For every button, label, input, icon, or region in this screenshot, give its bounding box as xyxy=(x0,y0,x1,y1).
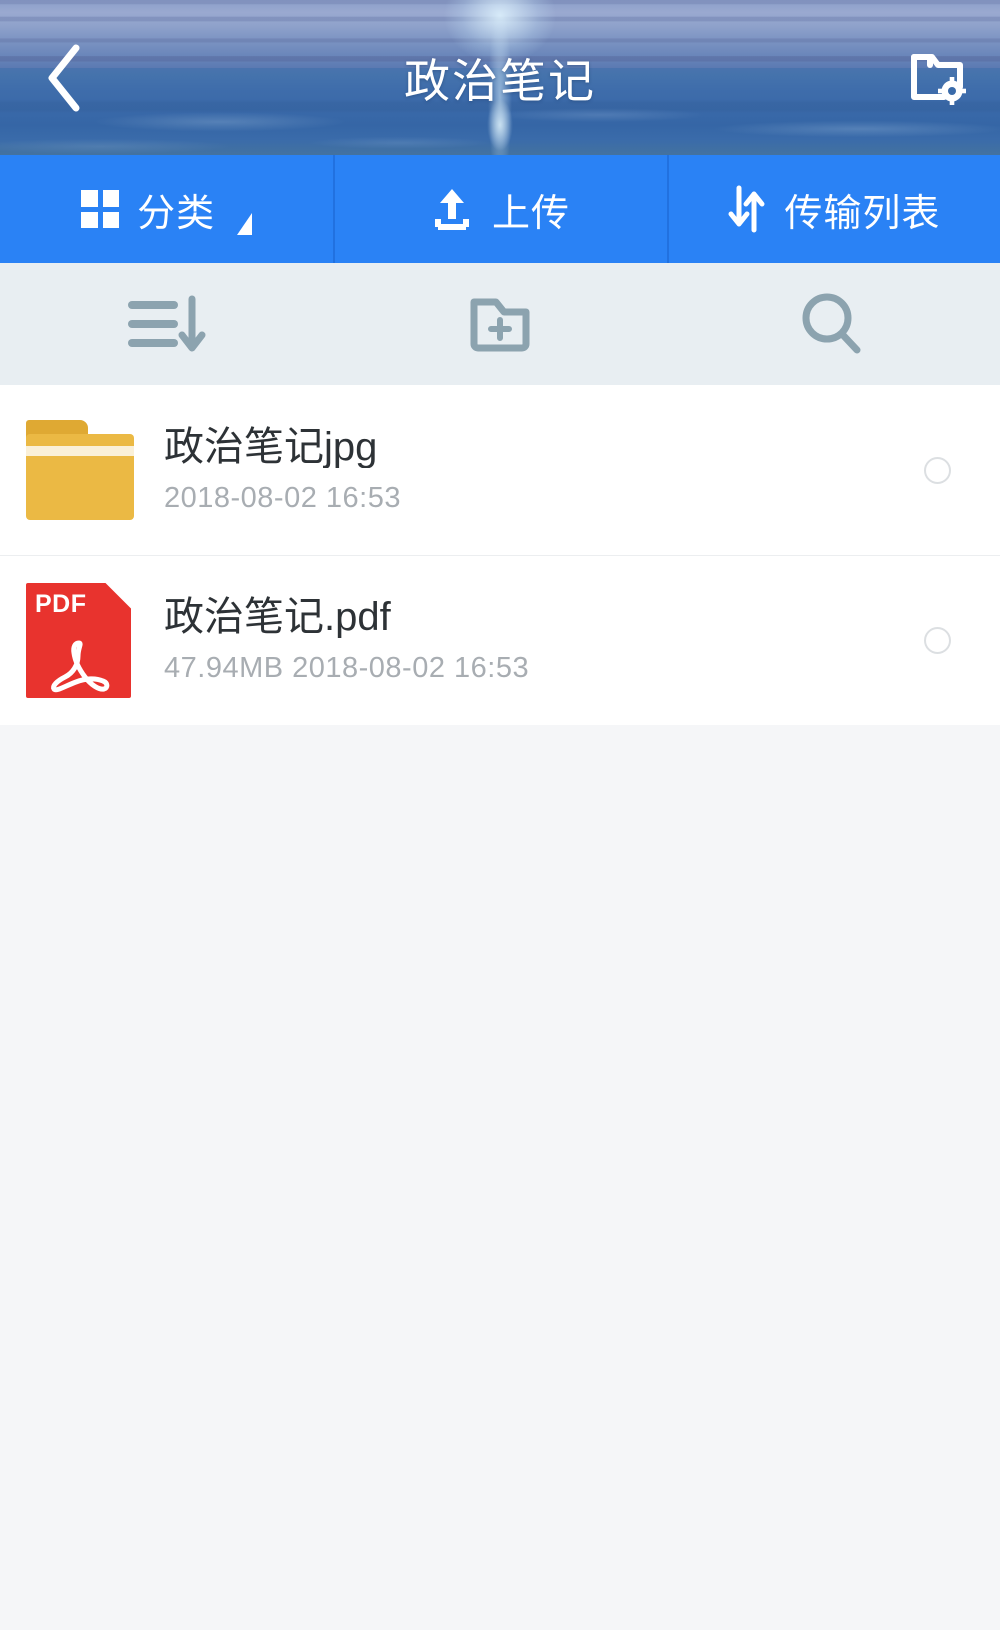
primary-toolbar: 分类 上传 传输列表 xyxy=(0,155,1000,263)
file-meta: 2018-08-02 16:53 xyxy=(164,481,401,514)
new-folder-icon xyxy=(470,298,530,352)
grid-icon xyxy=(81,190,120,228)
toolbar-item-category[interactable]: 分类 xyxy=(0,155,333,263)
row-select-toggle[interactable] xyxy=(902,626,972,654)
checkbox-circle-icon xyxy=(923,456,951,484)
chevron-down-icon xyxy=(237,198,253,235)
folder-settings-button[interactable] xyxy=(902,38,972,118)
sort-icon xyxy=(127,295,206,352)
row-icon-cell xyxy=(26,420,134,520)
page-title: 政治笔记 xyxy=(404,54,596,107)
toolbar-label-category: 分类 xyxy=(137,192,216,235)
file-name: 政治笔记jpg xyxy=(164,425,378,468)
acrobat-swirl-icon xyxy=(50,640,109,692)
sort-button[interactable] xyxy=(0,263,333,385)
empty-area xyxy=(0,725,1000,1630)
toolbar-item-transfer-list[interactable]: 传输列表 xyxy=(666,155,1000,263)
folder-icon xyxy=(26,420,134,520)
file-meta: 47.94MB 2018-08-02 16:53 xyxy=(164,651,530,684)
row-text-cell: 政治笔记.pdf 47.94MB 2018-08-02 16:53 xyxy=(134,596,902,685)
upload-icon xyxy=(434,189,469,230)
table-row[interactable]: 政治笔记jpg 2018-08-02 16:53 xyxy=(0,385,1000,555)
transfer-icon xyxy=(728,185,765,233)
toolbar-item-upload[interactable]: 上传 xyxy=(333,155,666,263)
search-icon xyxy=(802,293,861,354)
checkbox-circle-icon xyxy=(923,626,951,654)
toolbar-label-upload: 上传 xyxy=(491,192,570,235)
folder-settings-icon xyxy=(911,53,966,105)
back-button[interactable] xyxy=(28,38,98,118)
chevron-left-icon xyxy=(48,44,80,111)
pdf-file-icon: PDF xyxy=(26,582,131,698)
row-icon-cell: PDF xyxy=(26,582,134,698)
row-text-cell: 政治笔记jpg 2018-08-02 16:53 xyxy=(134,426,902,515)
app-screen: 政治笔记 分类 上传 传输列表 政治笔记jpg 2018-08-02 16:53… xyxy=(0,0,1000,1630)
new-folder-button[interactable] xyxy=(333,263,666,385)
secondary-toolbar xyxy=(0,263,1000,385)
page-header: 政治笔记 xyxy=(0,0,1000,155)
search-button[interactable] xyxy=(667,263,1000,385)
header-bar: 政治笔记 xyxy=(0,0,1000,155)
row-select-toggle[interactable] xyxy=(902,456,972,484)
pdf-icon-label: PDF xyxy=(35,589,87,618)
table-row[interactable]: PDF 政治笔记.pdf 47.94MB 2018-08-02 16:53 xyxy=(0,555,1000,725)
toolbar-label-transfer-list: 传输列表 xyxy=(784,192,941,235)
file-list: 政治笔记jpg 2018-08-02 16:53 PDF 政治笔记.pdf 47… xyxy=(0,385,1000,725)
file-name: 政治笔记.pdf xyxy=(164,595,391,638)
